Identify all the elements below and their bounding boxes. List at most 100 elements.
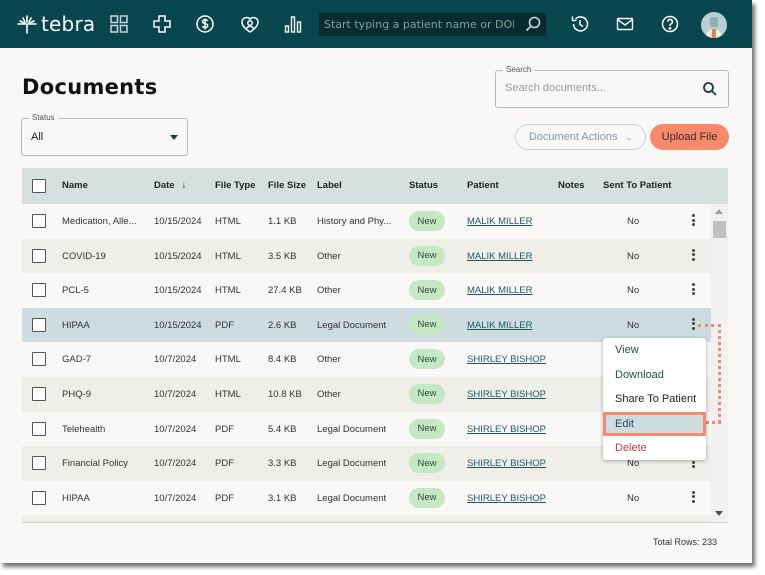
column-header-sent-to-patient[interactable]: Sent To Patient <box>603 180 671 191</box>
row-checkbox[interactable] <box>32 386 46 401</box>
patient-link[interactable]: MALIK MILLER <box>467 251 532 262</box>
patient-link[interactable]: SHIRLEY BISHOP <box>467 493 546 504</box>
column-header-name[interactable]: Name <box>62 180 88 191</box>
patient-link[interactable]: MALIK MILLER <box>467 285 532 296</box>
tebra-logo[interactable]: tebra <box>17 12 95 36</box>
help-icon[interactable] <box>658 12 682 36</box>
cell-file-size: 3.1 KB <box>268 492 297 504</box>
more-options-icon[interactable] <box>690 490 696 505</box>
column-header-date-label: Date <box>154 180 175 191</box>
column-header-status[interactable]: Status <box>409 180 438 191</box>
row-checkbox[interactable] <box>32 214 46 228</box>
cell-date: 10/7/2024 <box>154 388 197 400</box>
cell-sent-to-patient: No <box>627 216 640 227</box>
status-filter-select[interactable]: Status All <box>21 113 188 156</box>
top-nav: tebra <box>0 0 752 48</box>
column-header-patient[interactable]: Patient <box>467 180 499 191</box>
table-row[interactable]: PCL-5 10/15/2024 HTML 27.4 KB Other New MALIK … <box>22 273 711 308</box>
cell-label: Legal Document <box>317 458 387 470</box>
more-options-icon[interactable] <box>690 248 696 263</box>
cell-file-size: 3.5 KB <box>268 250 297 262</box>
status-filter-label: Status <box>29 113 58 122</box>
scroll-up-arrow-icon[interactable] <box>715 209 723 214</box>
column-header-date[interactable]: Date ↓ <box>154 180 186 191</box>
cell-name: HIPAA <box>62 319 90 331</box>
table-row[interactable]: Medication, Alle... 10/15/2024 HTML 1.1 KB H… <box>22 204 711 239</box>
document-search-input[interactable] <box>505 82 695 94</box>
billing-dollar-icon[interactable] <box>193 12 217 36</box>
status-badge: New <box>409 487 445 508</box>
document-search-field[interactable]: Search <box>495 65 729 108</box>
menu-item-delete[interactable]: Delete <box>603 436 706 460</box>
status-badge: New <box>409 245 445 266</box>
status-badge: New <box>409 211 445 231</box>
column-header-file-type[interactable]: File Type <box>215 180 255 191</box>
table-row[interactable]: HIPAA 10/7/2024 PDF 3.1 KB Legal Document New… <box>22 480 711 516</box>
search-label: Search <box>503 65 535 74</box>
row-checkbox[interactable] <box>32 456 46 471</box>
row-checkbox[interactable] <box>32 490 46 505</box>
row-checkbox[interactable] <box>32 283 46 298</box>
patient-link[interactable]: SHIRLEY BISHOP <box>467 354 546 365</box>
menu-item-share[interactable]: Share To Patient <box>603 387 706 411</box>
cell-label: Legal Document <box>317 423 387 435</box>
global-patient-search[interactable] <box>319 13 546 36</box>
cell-name: Financial Policy <box>62 458 128 470</box>
global-search-input[interactable] <box>319 18 514 31</box>
cell-name: HIPAA <box>62 492 90 504</box>
row-checkbox[interactable] <box>32 352 46 367</box>
column-header-label[interactable]: Label <box>317 180 342 191</box>
row-checkbox[interactable] <box>32 317 46 332</box>
user-avatar[interactable] <box>701 12 727 38</box>
total-rows-count: Total Rows: 233 <box>652 537 717 547</box>
cell-file-type: PDF <box>215 319 234 331</box>
cell-file-size: 5.4 KB <box>268 423 297 435</box>
patient-heart-icon[interactable] <box>238 12 262 36</box>
menu-item-download[interactable]: Download <box>603 363 706 387</box>
menu-item-edit[interactable]: Edit <box>603 411 706 436</box>
apps-grid-icon[interactable] <box>107 12 131 36</box>
reports-chart-icon[interactable] <box>281 12 305 36</box>
cell-file-type: HTML <box>215 250 241 262</box>
cell-date: 10/15/2024 <box>154 285 202 297</box>
table-row[interactable]: COVID-19 10/15/2024 HTML 3.5 KB Other New MALI… <box>22 238 711 274</box>
scrollbar-thumb[interactable] <box>713 221 726 238</box>
patient-link[interactable]: MALIK MILLER <box>467 320 532 331</box>
more-options-icon[interactable] <box>690 283 696 297</box>
cell-date: 10/7/2024 <box>154 492 197 504</box>
more-options-icon[interactable] <box>690 317 696 332</box>
column-header-file-size[interactable]: File Size <box>268 180 306 191</box>
select-all-checkbox[interactable] <box>32 179 46 193</box>
patient-link[interactable]: SHIRLEY BISHOP <box>467 458 546 469</box>
row-checkbox[interactable] <box>32 248 46 263</box>
cell-name: Telehealth <box>62 423 106 435</box>
patient-link[interactable]: SHIRLEY BISHOP <box>467 424 546 435</box>
messages-mail-icon[interactable] <box>613 12 637 36</box>
cell-sent-to-patient: No <box>627 285 640 297</box>
brand-name: tebra <box>41 12 96 36</box>
cell-file-type: PDF <box>215 458 234 470</box>
cell-label: Other <box>317 250 341 262</box>
upload-file-button[interactable]: Upload File <box>650 124 729 150</box>
menu-item-view[interactable]: View <box>603 338 706 362</box>
patient-link[interactable]: SHIRLEY BISHOP <box>467 389 546 400</box>
status-badge: New <box>409 383 445 404</box>
status-badge: New <box>409 418 445 439</box>
history-icon[interactable] <box>568 12 592 36</box>
search-icon[interactable] <box>524 15 542 33</box>
cell-file-type: HTML <box>215 388 241 400</box>
cell-file-size: 27.4 KB <box>268 285 302 297</box>
patient-link[interactable]: MALIK MILLER <box>467 216 532 227</box>
document-actions-button[interactable]: Document Actions ⌄ <box>515 124 646 150</box>
cell-name: Medication, Alle... <box>62 216 137 227</box>
more-options-icon[interactable] <box>690 214 696 228</box>
row-checkbox[interactable] <box>32 421 46 436</box>
cell-file-type: HTML <box>215 285 241 297</box>
search-icon[interactable] <box>702 81 718 97</box>
cell-label: Legal Document <box>317 492 387 504</box>
column-header-notes[interactable]: Notes <box>558 180 584 191</box>
clinical-cross-icon[interactable] <box>150 12 174 36</box>
scroll-down-arrow-icon[interactable] <box>715 511 723 516</box>
tebra-logo-icon <box>17 15 37 34</box>
cell-name: PCL-5 <box>62 285 89 297</box>
